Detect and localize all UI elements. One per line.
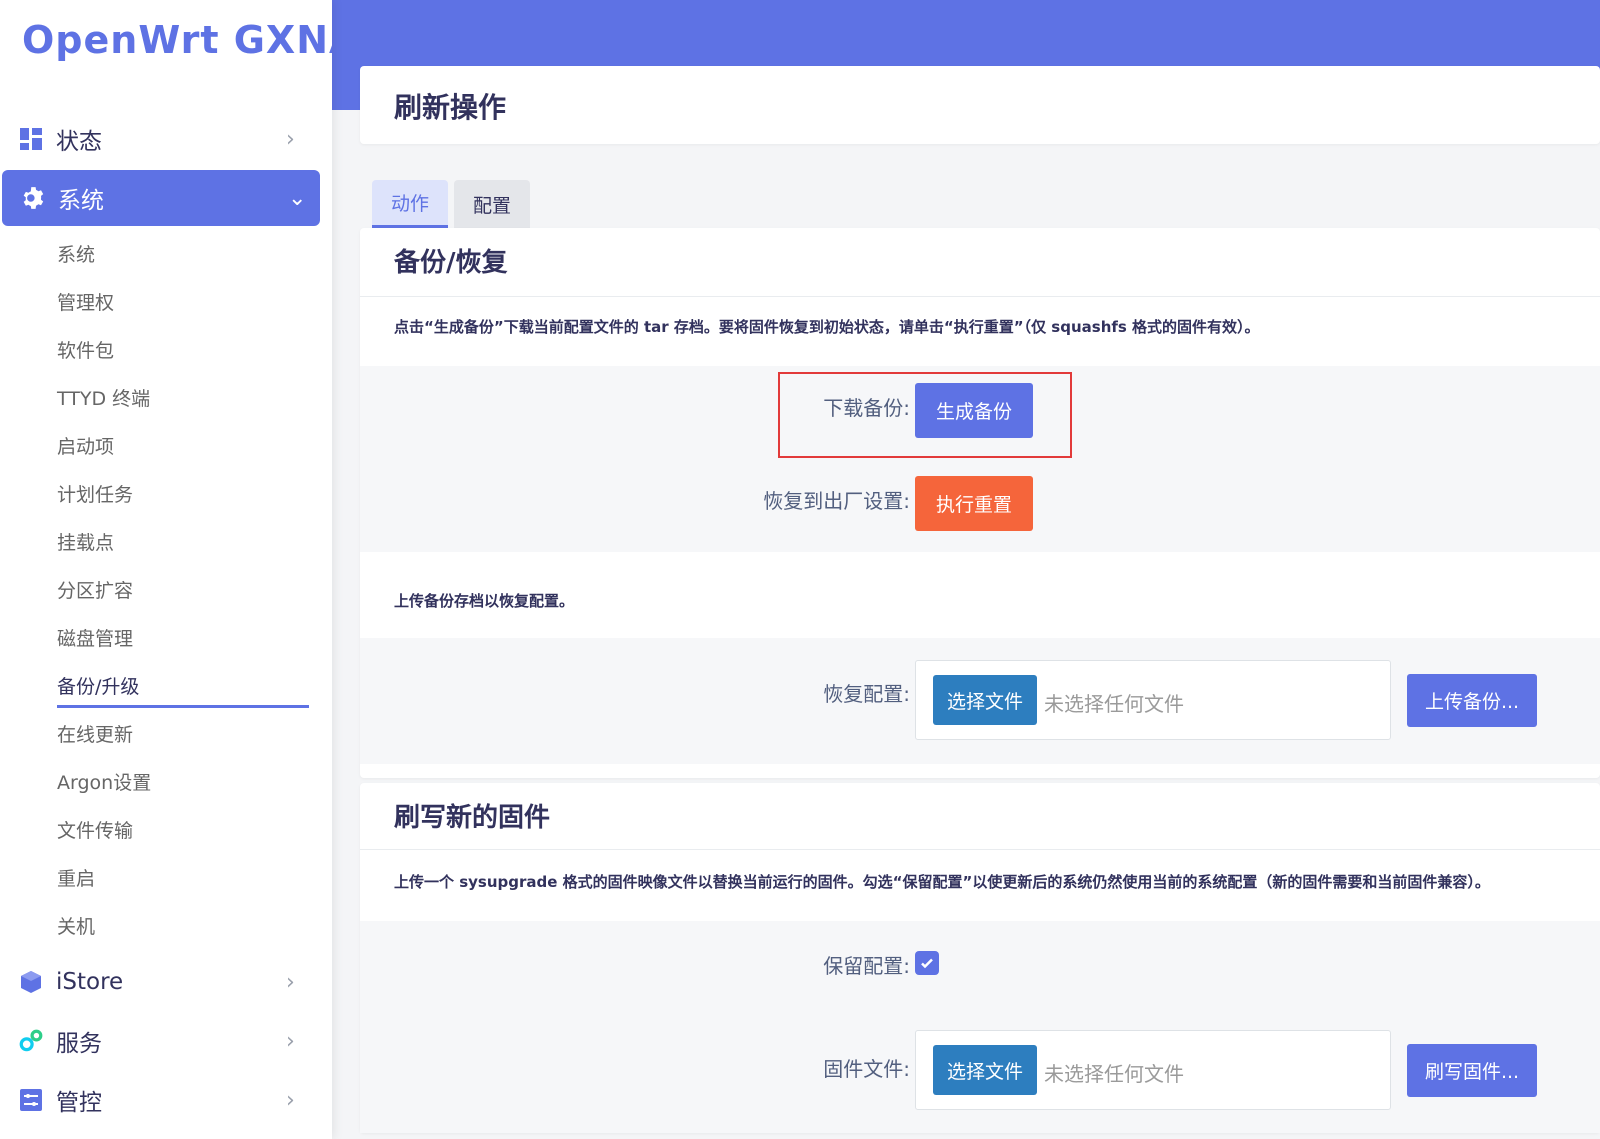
gear-icon bbox=[20, 185, 46, 211]
sidebar-item-label: 状态 bbox=[56, 129, 102, 155]
sub-item-argon[interactable]: Argon设置 bbox=[57, 768, 151, 795]
sidebar-item-istore[interactable]: iStore › bbox=[0, 954, 320, 1010]
sub-item-mountpoints[interactable]: 挂载点 bbox=[57, 528, 114, 555]
keep-config-label: 保留配置: bbox=[823, 954, 910, 978]
sidebar-item-label: 系统 bbox=[58, 188, 104, 214]
page-title-card: 刷新操作 bbox=[360, 66, 1600, 144]
sidebar-item-label: 管控 bbox=[56, 1090, 102, 1116]
sidebar-item-label: iStore bbox=[56, 969, 124, 995]
section-description: 上传一个 sysupgrade 格式的固件映像文件以替换当前运行的固件。勾选“保… bbox=[394, 873, 1490, 891]
sub-item-partexp[interactable]: 分区扩容 bbox=[57, 576, 133, 603]
highlight-box bbox=[778, 372, 1072, 458]
sidebar-item-system[interactable]: 系统 ⌄ bbox=[2, 170, 320, 226]
sliders-icon bbox=[18, 1087, 44, 1113]
chevron-right-icon: › bbox=[286, 1028, 295, 1054]
tab-config[interactable]: 配置 bbox=[454, 180, 530, 228]
sidebar-item-control[interactable]: 管控 › bbox=[0, 1072, 320, 1128]
restore-config-label: 恢复配置: bbox=[823, 682, 910, 706]
sub-item-packages[interactable]: 软件包 bbox=[57, 336, 114, 363]
cube-icon bbox=[18, 969, 44, 995]
sub-item-shutdown[interactable]: 关机 bbox=[57, 912, 95, 939]
sub-item-reboot[interactable]: 重启 bbox=[57, 864, 95, 891]
chevron-right-icon: › bbox=[286, 969, 295, 995]
flash-firmware-button[interactable]: 刷写固件... bbox=[1407, 1044, 1537, 1097]
backup-restore-section: 备份/恢复 点击“生成备份”下载当前配置文件的 tar 存档。要将固件恢复到初始… bbox=[360, 228, 1600, 778]
perform-reset-button[interactable]: 执行重置 bbox=[915, 476, 1033, 531]
choose-file-button[interactable]: 选择文件 bbox=[933, 1045, 1037, 1095]
sub-item-system[interactable]: 系统 bbox=[57, 240, 95, 267]
section-description: 点击“生成备份”下载当前配置文件的 tar 存档。要将固件恢复到初始状态，请单击… bbox=[394, 318, 1260, 336]
divider bbox=[360, 296, 1600, 297]
sub-item-admin[interactable]: 管理权 bbox=[57, 288, 114, 315]
divider bbox=[360, 849, 1600, 850]
section-title: 备份/恢复 bbox=[394, 248, 508, 278]
firmware-file-label: 固件文件: bbox=[823, 1057, 910, 1081]
sidebar-item-label: 服务 bbox=[56, 1031, 102, 1057]
upload-description: 上传备份存档以恢复配置。 bbox=[394, 592, 575, 610]
sidebar-item-status[interactable]: 状态 › bbox=[0, 111, 320, 167]
sub-item-online-update[interactable]: 在线更新 bbox=[57, 720, 133, 747]
sub-item-ttyd[interactable]: TTYD 终端 bbox=[57, 384, 150, 411]
keep-config-checkbox[interactable] bbox=[915, 951, 939, 975]
page-title: 刷新操作 bbox=[394, 91, 507, 124]
checkmark-icon bbox=[921, 958, 933, 969]
dashboard-icon bbox=[18, 126, 44, 152]
chevron-right-icon: › bbox=[286, 1087, 295, 1113]
sub-item-startup[interactable]: 启动项 bbox=[57, 432, 114, 459]
no-file-text: 未选择任何文件 bbox=[1044, 1062, 1184, 1086]
tab-actions[interactable]: 动作 bbox=[372, 180, 448, 228]
sidebar: OpenWrt GXNAS 状态 › 系统 ⌄ 系统 管理权 软件包 TTYD … bbox=[0, 0, 332, 1139]
gears-icon bbox=[18, 1028, 44, 1054]
sub-item-diskman[interactable]: 磁盘管理 bbox=[57, 624, 133, 651]
brand-logo[interactable]: OpenWrt GXNAS bbox=[22, 18, 332, 62]
section-title: 刷写新的固件 bbox=[394, 803, 551, 833]
chevron-down-icon: ⌄ bbox=[288, 185, 307, 211]
sub-item-backup-upgrade[interactable]: 备份/升级 bbox=[57, 672, 139, 699]
no-file-text: 未选择任何文件 bbox=[1044, 692, 1184, 716]
upload-backup-button[interactable]: 上传备份... bbox=[1407, 674, 1537, 727]
sub-item-crontab[interactable]: 计划任务 bbox=[57, 480, 133, 507]
sidebar-item-services[interactable]: 服务 › bbox=[0, 1013, 320, 1069]
sub-item-file-transfer[interactable]: 文件传输 bbox=[57, 816, 133, 843]
factory-reset-label: 恢复到出厂设置: bbox=[763, 489, 910, 513]
choose-file-button[interactable]: 选择文件 bbox=[933, 675, 1037, 725]
flash-firmware-section: 刷写新的固件 上传一个 sysupgrade 格式的固件映像文件以替换当前运行的… bbox=[360, 783, 1600, 1133]
chevron-right-icon: › bbox=[286, 126, 295, 152]
current-item-underline bbox=[57, 705, 309, 708]
